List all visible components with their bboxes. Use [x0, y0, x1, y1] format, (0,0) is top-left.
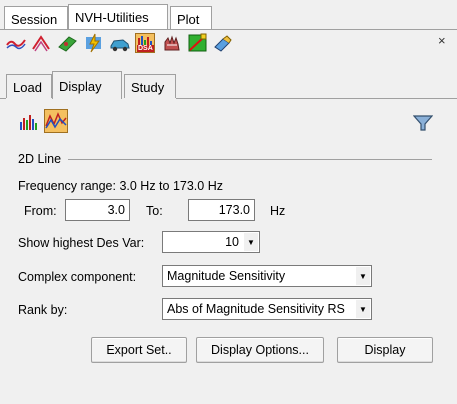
complex-component-select[interactable]: Magnitude Sensitivity ▼ — [162, 265, 372, 287]
from-input[interactable]: 3.0 — [65, 199, 130, 221]
chevron-down-icon[interactable]: ▼ — [356, 267, 370, 285]
panel-icon[interactable] — [57, 33, 77, 53]
show-highest-value: 10 — [225, 235, 239, 249]
close-icon[interactable]: × — [438, 33, 446, 48]
export-set-button[interactable]: Export Set.. — [91, 337, 187, 363]
chevron-down-icon[interactable]: ▼ — [244, 233, 258, 251]
line-chart-icon[interactable] — [44, 109, 68, 133]
eraser-icon[interactable] — [212, 33, 232, 53]
display-button[interactable]: Display — [337, 337, 433, 363]
hand-icon[interactable] — [162, 33, 182, 53]
tab-label: Study — [131, 80, 165, 95]
tab-label: Session — [11, 12, 58, 27]
filter-icon[interactable] — [412, 114, 434, 132]
tab-session[interactable]: Session — [4, 6, 68, 30]
dsa-icon[interactable]: DSA — [135, 33, 155, 53]
show-highest-select[interactable]: 10 ▼ — [162, 231, 260, 253]
from-label: From: — [24, 204, 57, 218]
dsa-label: DSA — [137, 45, 154, 52]
bar-chart-icon[interactable] — [18, 110, 40, 132]
tab-study[interactable]: Study — [124, 74, 176, 98]
tab-divider — [0, 29, 457, 30]
rank-by-select[interactable]: Abs of Magnitude Sensitivity RS ▼ — [162, 298, 372, 320]
tab-label: Display — [59, 79, 102, 94]
show-highest-label: Show highest Des Var: — [18, 236, 145, 250]
tab-label: Plot — [177, 12, 200, 27]
subtab-divider — [176, 98, 457, 99]
rank-by-value: Abs of Magnitude Sensitivity RS — [167, 302, 345, 316]
complex-component-value: Magnitude Sensitivity — [167, 269, 286, 283]
section-title: 2D Line — [18, 152, 62, 166]
tab-display[interactable]: Display — [52, 71, 122, 99]
tab-load[interactable]: Load — [6, 74, 52, 98]
unit-label: Hz — [270, 204, 286, 218]
wave-icon[interactable] — [31, 33, 51, 53]
section-divider — [68, 159, 432, 160]
car-icon[interactable] — [110, 33, 130, 53]
display-options-button[interactable]: Display Options... — [196, 337, 324, 363]
tab-plot[interactable]: Plot — [170, 6, 212, 30]
tab-label: Load — [13, 80, 42, 95]
to-label: To: — [146, 204, 163, 218]
frequency-range-label: Frequency range: 3.0 Hz to 173.0 Hz — [18, 179, 223, 193]
lightning-icon[interactable] — [84, 33, 104, 53]
tab-nvh-utilities[interactable]: NVH-Utilities — [68, 4, 168, 30]
chevron-down-icon[interactable]: ▼ — [356, 300, 370, 318]
subtab-divider — [0, 98, 6, 99]
complex-component-label: Complex component: — [18, 270, 137, 284]
curve-icon[interactable] — [6, 33, 26, 53]
tab-label: NVH-Utilities — [75, 10, 149, 25]
to-input[interactable]: 173.0 — [188, 199, 255, 221]
diagonal-icon[interactable] — [188, 33, 208, 53]
rank-by-label: Rank by: — [18, 303, 68, 317]
